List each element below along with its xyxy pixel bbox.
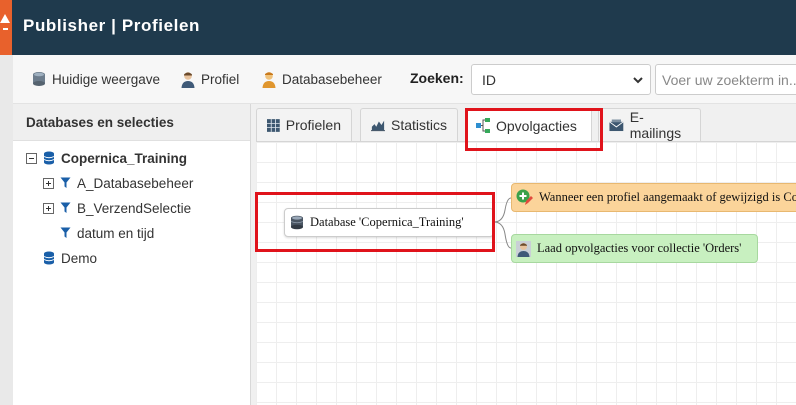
database-management-button[interactable]: Databasebeheer xyxy=(261,69,382,89)
search-input[interactable]: Voer uw zoekterm in... xyxy=(655,64,796,95)
sidebar-title: Databases en selecties xyxy=(13,104,250,141)
collapse-toggle[interactable] xyxy=(26,152,37,164)
tree-item-label: A_Databasebeheer xyxy=(77,175,194,191)
expand-toggle[interactable] xyxy=(43,177,54,189)
tab-label: Statistics xyxy=(390,117,447,133)
app-logo[interactable] xyxy=(0,0,12,55)
tree-item-copernica-training[interactable]: Copernica_Training xyxy=(26,148,187,168)
admin-person-icon xyxy=(262,71,276,88)
tree-item-a-databasebeheer[interactable]: A_Databasebeheer xyxy=(43,173,193,193)
load-followups-node[interactable]: Laad opvolgacties voor collectie 'Orders… xyxy=(511,234,758,263)
search-field-value: ID xyxy=(482,72,496,88)
trigger-node[interactable]: Wanneer een profiel aangemaakt of gewijz… xyxy=(511,183,796,212)
expand-toggle[interactable] xyxy=(43,202,54,214)
person-icon xyxy=(516,240,531,257)
edit-add-icon xyxy=(516,189,533,205)
filter-icon xyxy=(60,227,71,238)
filter-icon xyxy=(60,202,71,213)
load-node-label: Laad opvolgacties voor collectie 'Orders… xyxy=(537,241,742,255)
tab-e-mailings[interactable]: E-mailings xyxy=(598,108,701,141)
search-label: Zoeken: xyxy=(410,70,464,86)
database-view-icon xyxy=(33,72,45,86)
app-header: Publisher | Profielen xyxy=(0,0,796,55)
tab-profielen[interactable]: Profielen xyxy=(256,108,352,141)
workflow-canvas[interactable] xyxy=(256,141,796,405)
database-icon xyxy=(43,151,55,165)
node-highlight-marker xyxy=(255,192,495,252)
sidebar: Databases en selecties Copernica_Trainin… xyxy=(13,104,251,405)
toolbar: Huidige weergave Profiel Databasebeheer … xyxy=(13,55,796,104)
tree-item-label: B_VerzendSelectie xyxy=(77,200,192,216)
tree-item-label: datum en tijd xyxy=(77,225,155,241)
person-icon xyxy=(181,71,195,88)
trigger-node-label: Wanneer een profiel aangemaakt of gewijz… xyxy=(539,190,796,204)
page-title: Publisher | Profielen xyxy=(23,16,201,35)
envelope-icon xyxy=(609,119,624,131)
database-icon xyxy=(43,251,55,265)
current-view-button[interactable]: Huidige weergave xyxy=(31,69,160,89)
tab-label: E-mailings xyxy=(629,109,682,141)
tree-item-label: Copernica_Training xyxy=(61,150,188,166)
tree-item-label: Demo xyxy=(61,250,98,266)
profile-button[interactable]: Profiel xyxy=(180,69,239,89)
tree-item-b-verzendselectie[interactable]: B_VerzendSelectie xyxy=(43,198,191,218)
tab-statistics[interactable]: Statistics xyxy=(360,108,458,141)
tree-item-demo[interactable]: Demo xyxy=(43,248,97,268)
left-gutter xyxy=(0,55,13,405)
chevron-down-icon xyxy=(633,77,643,84)
filter-icon xyxy=(60,177,71,188)
profile-label: Profiel xyxy=(201,71,240,87)
tab-label: Profielen xyxy=(285,117,341,133)
current-view-label: Huidige weergave xyxy=(52,71,161,87)
tree-item-datum-en-tijd[interactable]: datum en tijd xyxy=(60,223,154,243)
database-management-label: Databasebeheer xyxy=(282,71,382,87)
chart-icon xyxy=(371,120,385,132)
grid-icon xyxy=(267,118,280,132)
tab-highlight-marker xyxy=(465,108,603,151)
search-field-select[interactable]: ID xyxy=(471,64,651,95)
